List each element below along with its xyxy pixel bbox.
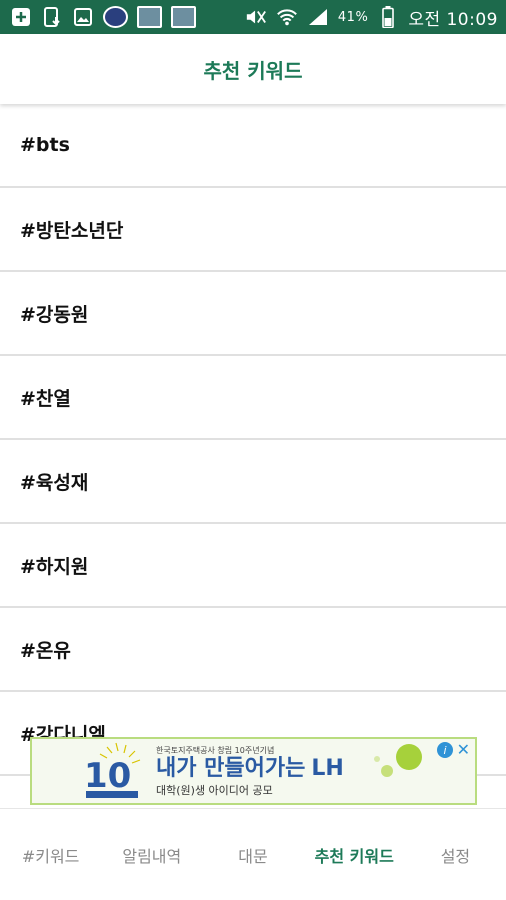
add-box-icon [10, 6, 32, 28]
ad-logo-number: 10 [84, 756, 131, 796]
wifi-icon [276, 6, 298, 28]
tab-keywords[interactable]: #키워드 [0, 843, 101, 867]
status-bar-notifications [10, 6, 196, 28]
keyword-label: #온유 [20, 639, 71, 662]
tab-notifications[interactable]: 알림내역 [101, 843, 202, 867]
phone-download-icon [41, 6, 63, 28]
keyword-item[interactable]: #강동원 [0, 272, 506, 356]
mute-icon [245, 6, 267, 28]
keyword-label: #육성재 [20, 471, 89, 494]
clock: 오전 10:09 [408, 9, 498, 30]
info-icon[interactable]: i [437, 742, 453, 758]
keyword-list: #bts #방탄소년단 #강동원 #찬열 #육성재 #하지원 #온유 #강다니엘 [0, 104, 506, 776]
keyword-item[interactable]: #bts [0, 104, 506, 188]
image-icon [72, 6, 94, 28]
keyword-item[interactable]: #하지원 [0, 524, 506, 608]
ad-headline-text: 내가 만들어가는 [156, 755, 306, 781]
ad-text-block: 한국토지주택공사 창립 10주년기념 내가 만들어가는 LH 대학(원)생 아이디… [156, 745, 344, 798]
keyword-item[interactable]: #육성재 [0, 440, 506, 524]
keyword-item[interactable]: #방탄소년단 [0, 188, 506, 272]
battery-percent: 41% [337, 9, 369, 25]
tab-main[interactable]: 대문 [202, 843, 303, 867]
app-thumbnail-icon [137, 6, 162, 28]
keyword-label: #bts [20, 134, 70, 156]
keyword-label: #하지원 [20, 555, 89, 578]
ad-logo: 10 [82, 741, 146, 801]
app-thumbnail-icon [171, 6, 196, 28]
status-bar: 41% 오전 10:09 [0, 0, 506, 34]
ad-banner[interactable]: 10 한국토지주택공사 창립 10주년기념 내가 만들어가는 LH 대학(원)생 … [30, 737, 477, 805]
ad-small-text: 한국토지주택공사 창립 10주년기념 [156, 745, 275, 755]
tab-settings[interactable]: 설정 [405, 843, 506, 867]
ad-subline: 대학(원)생 아이디어 공모 [156, 783, 273, 797]
bottom-navigation: #키워드 알림내역 대문 추천 키워드 설정 [0, 808, 506, 900]
close-icon[interactable]: ✕ [457, 740, 470, 759]
keyword-label: #방탄소년단 [20, 219, 124, 242]
keyword-label: #강동원 [20, 303, 89, 326]
status-bar-system: 41% 오전 10:09 [245, 5, 498, 30]
page-title: 추천 키워드 [203, 58, 303, 83]
signal-icon [307, 6, 329, 28]
ad-decoration-dots [374, 744, 422, 777]
keyword-item[interactable]: #찬열 [0, 356, 506, 440]
tab-recommended-keywords[interactable]: 추천 키워드 [304, 843, 405, 867]
battery-icon [377, 6, 399, 28]
app-thumbnail-icon [103, 6, 128, 28]
app-header: 추천 키워드 [0, 34, 506, 104]
keyword-label: #찬열 [20, 387, 71, 410]
keyword-item[interactable]: #온유 [0, 608, 506, 692]
ad-headline: 내가 만들어가는 LH [156, 756, 344, 782]
ad-brand: LH [311, 755, 344, 781]
